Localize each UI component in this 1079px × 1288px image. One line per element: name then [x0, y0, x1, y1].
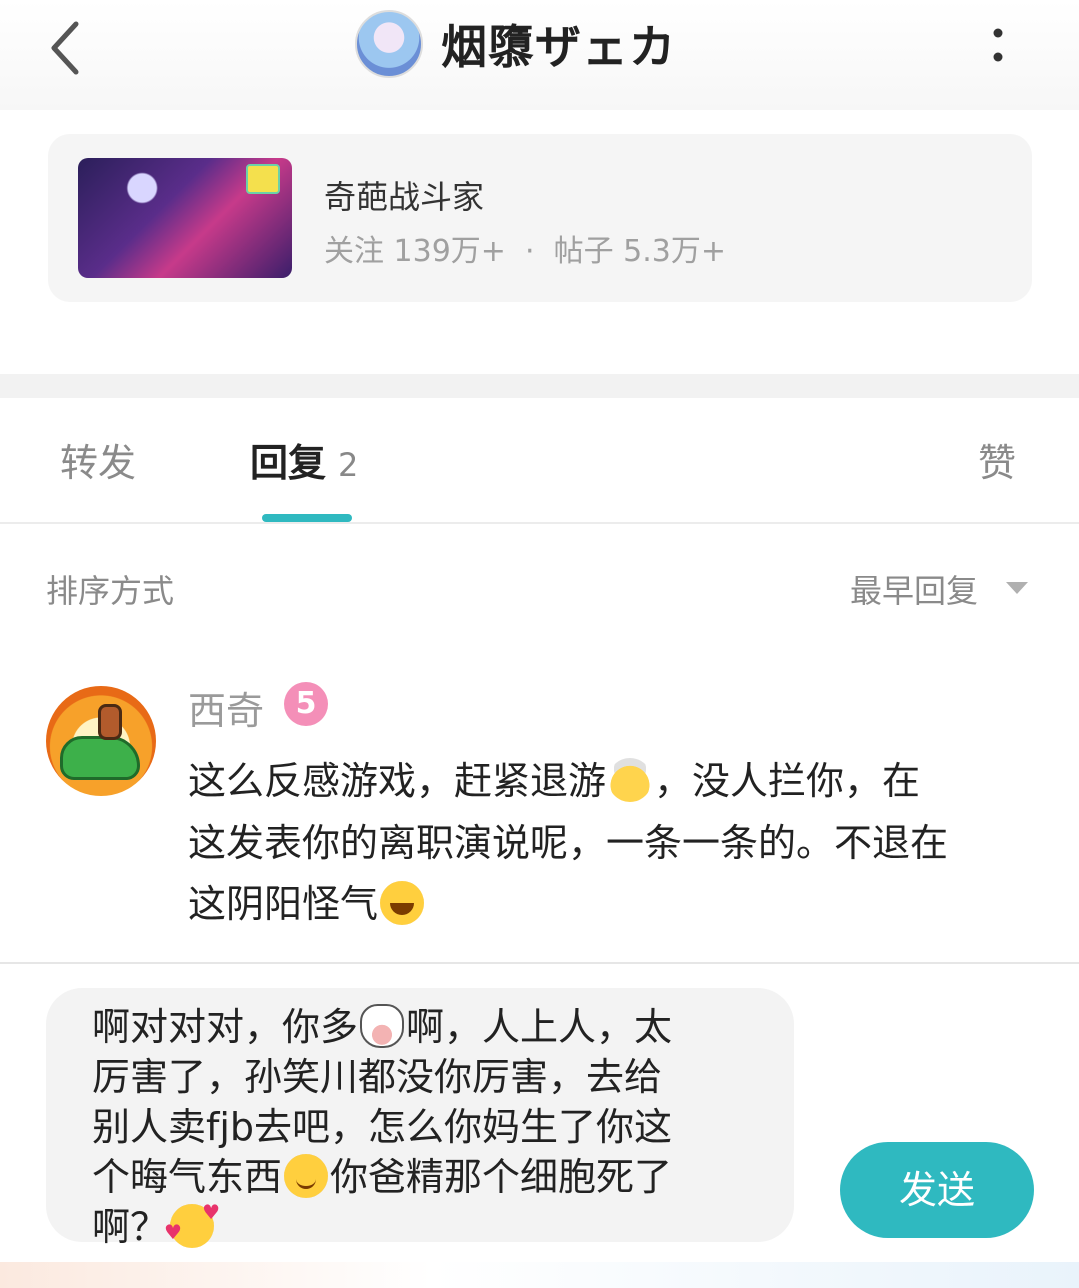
input-text: 啊对对对，你多 — [92, 1005, 359, 1049]
comment-text: 这阴阳怪气 — [188, 882, 379, 926]
game-logo-icon — [246, 164, 280, 194]
crocodile-image — [60, 736, 140, 780]
grinning-sweat-emoji-icon — [380, 881, 425, 925]
sort-label: 排序方式 — [46, 572, 175, 610]
forum-name: 奇葩战斗家 — [324, 178, 485, 216]
input-text: 个晦气东西 — [92, 1155, 283, 1199]
page-title[interactable]: 烟隳ザェカ — [355, 8, 676, 80]
section-divider — [0, 374, 1079, 398]
smiling-emoji-icon — [284, 1154, 329, 1198]
level-badge: 5 — [284, 682, 328, 726]
comment-text: 这发表你的离职演说呢，一条一条的。不退在 — [188, 821, 949, 865]
comment-text: 这么反感游戏，赶紧退游 — [188, 759, 607, 803]
tab-like-label: 赞 — [978, 441, 1017, 485]
input-text: 你爸精那个细胞死了 — [330, 1155, 673, 1199]
reply-count: 2 — [338, 446, 359, 484]
tab-like[interactable]: 赞 — [978, 432, 1016, 487]
input-text: 别人卖fjb去吧，怎么你妈生了你这 — [92, 1105, 673, 1149]
input-text: 啊？ — [92, 1205, 169, 1249]
comment-line: 这阴阳怪气 — [188, 873, 1028, 928]
chevron-down-icon[interactable] — [1004, 578, 1030, 598]
commenter-name[interactable]: 西奇 — [188, 680, 264, 735]
forum-card[interactable]: 奇葩战斗家 关注 139万+ · 帖子 5.3万+ — [48, 134, 1032, 302]
exploding-head-emoji-icon — [608, 758, 653, 802]
tab-reply-label: 回复 — [250, 441, 327, 485]
sort-dropdown[interactable]: 最早回复 — [850, 566, 978, 612]
comment-text: ，没人拦你，在 — [654, 759, 921, 803]
input-line: 别人卖fjb去吧，怎么你妈生了你这 — [92, 1096, 672, 1151]
tab-forward[interactable]: 转发 — [60, 432, 136, 487]
tab-divider — [0, 522, 1079, 524]
tab-forward-label: 转发 — [60, 441, 137, 485]
input-line: 啊对对对，你多 啊，人上人，太 — [92, 996, 672, 1051]
smiling-hearts-emoji-icon — [164, 1200, 220, 1248]
more-options-icon[interactable] — [986, 25, 1010, 65]
input-line: 厉害了，孙笑川都没你厉害，去给 — [92, 1046, 662, 1101]
forum-thumbnail — [78, 158, 292, 278]
comment-line: 这发表你的离职演说呢，一条一条的。不退在 — [188, 812, 1028, 867]
send-button[interactable]: 发送 — [840, 1142, 1034, 1238]
user-avatar[interactable] — [355, 10, 423, 78]
input-text: 啊，人上人，太 — [406, 1005, 673, 1049]
active-tab-indicator — [262, 514, 352, 522]
input-line: 个晦气东西 你爸精那个细胞死了 — [92, 1146, 672, 1201]
tab-reply[interactable]: 回复 2 — [250, 432, 358, 487]
forum-stats: 关注 139万+ · 帖子 5.3万+ — [324, 234, 726, 269]
rider-image — [98, 704, 122, 740]
page-title-text: 烟隳ザェカ — [441, 20, 676, 74]
input-line: 啊？ — [92, 1196, 220, 1251]
input-text: 厉害了，孙笑川都没你厉害，去给 — [92, 1055, 663, 1099]
cow-emoji-icon — [360, 1004, 405, 1048]
background-image-strip — [0, 1262, 1079, 1288]
comment-line: 这么反感游戏，赶紧退游 ，没人拦你，在 — [188, 750, 1028, 805]
commenter-avatar[interactable] — [46, 686, 156, 796]
back-arrow-icon[interactable] — [40, 18, 90, 78]
